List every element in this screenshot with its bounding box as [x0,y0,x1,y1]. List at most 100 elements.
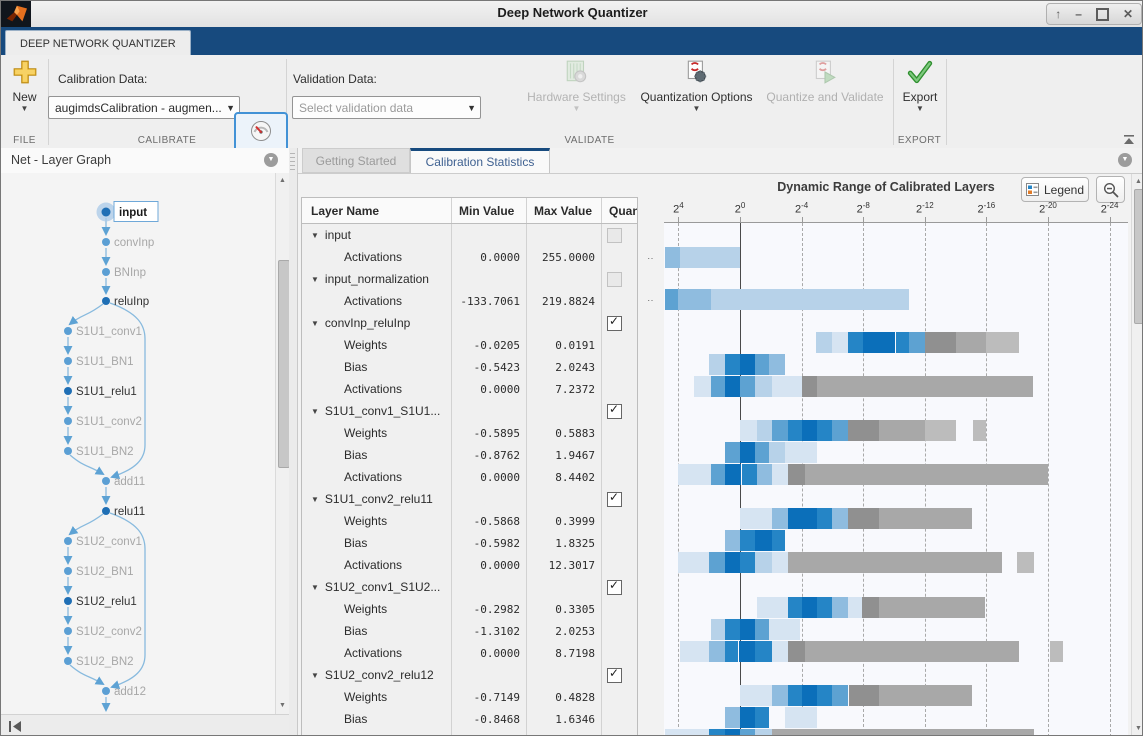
table-row[interactable]: Bias -0.5982 1.8325 [302,532,637,555]
table-row[interactable]: Activations0.000017.0994 [302,730,637,735]
scroll-down-icon[interactable]: ▼ [1132,723,1142,735]
graph-node-reluInp[interactable] [102,297,110,305]
graph-node-S1U2_conv1[interactable] [64,537,72,545]
graph-node-relu11[interactable] [102,507,110,515]
dynamic-range-bar-S1U2_conv2_relu12-bias[interactable] [664,707,1128,728]
export-button[interactable]: Export ▼ [897,59,943,113]
quantize-checkbox[interactable]: ✓ [607,578,622,595]
collapse-group-icon[interactable]: ▼ [311,275,319,284]
graph-horizontal-scrollbar[interactable] [1,714,289,735]
dynamic-range-bar-S1U2_conv1_S1U2_relu1-activations[interactable] [664,641,1128,662]
table-group-row[interactable]: ▼ S1U1_conv2_relu11 ✓ [302,488,637,511]
graph-node-S1U1_conv2[interactable] [64,417,72,425]
collapse-group-icon[interactable]: ▼ [311,495,319,504]
collapse-group-icon[interactable]: ▼ [311,583,319,592]
collapse-group-icon[interactable]: ▼ [311,319,319,328]
graph-node-S1U2_BN2[interactable] [64,657,72,665]
dynamic-range-bar-S1U1_conv1_S1U1_relu1-activations[interactable] [664,464,1128,485]
table-row[interactable]: Weights -0.0205 0.0191 [302,334,637,357]
table-row[interactable]: Weights -0.5895 0.5883 [302,422,637,445]
collapse-group-icon[interactable]: ▼ [311,671,319,680]
column-header-quan[interactable]: Quan [602,198,637,223]
dynamic-range-bar-S1U1_conv1_S1U1_relu1-weights[interactable] [664,420,1128,441]
table-row[interactable]: Weights -0.7149 0.4828 [302,686,637,709]
quantize-checkbox[interactable]: ✓ [607,314,622,331]
dynamic-range-bar-convInp_reluInp-bias[interactable] [664,354,1128,375]
splitter-handle[interactable] [290,153,295,173]
table-group-row[interactable]: ▼ S1U2_conv1_S1U2... ✓ [302,576,637,599]
table-group-row[interactable]: ▼ S1U2_conv2_relu12 ✓ [302,664,637,687]
graph-node-input[interactable] [101,207,111,217]
tab-getting-started[interactable]: Getting Started [302,148,410,173]
scrollbar-thumb[interactable] [277,260,290,468]
tab-deep-network-quantizer[interactable]: DEEP NETWORK QUANTIZER [5,30,191,56]
quantization-options-button[interactable]: Quantization Options ▼ [634,59,759,113]
collapse-ribbon-button[interactable] [1122,133,1136,145]
dynamic-range-bar-convInp_reluInp-activations[interactable] [664,376,1128,397]
graph-node-S1U1_relu1[interactable] [64,387,72,395]
collapse-group-icon[interactable]: ▼ [311,231,319,240]
dynamic-range-bar-S1U1_conv1_S1U1_relu1-bias[interactable] [664,442,1128,463]
calibration-data-combo[interactable]: augimdsCalibration - augmen... ▼ [48,96,240,119]
quantize-checkbox[interactable]: ✓ [607,490,622,507]
shade-window-icon[interactable]: ↑ [1055,8,1061,20]
graph-node-S1U2_BN1[interactable] [64,567,72,575]
table-group-row[interactable]: ▼ input_normalization [302,268,637,291]
graph-node-S1U1_BN2[interactable] [64,447,72,455]
table-row[interactable]: Bias -0.8762 1.9467 [302,444,637,467]
scrollbar-thumb[interactable] [1133,189,1142,324]
collapse-left-icon[interactable] [8,720,23,733]
calibration-statistics-table[interactable]: Layer Name Min Value Max Value Quan ▼ input Ac… [301,197,638,735]
table-row[interactable]: Activations 0.0000 8.4402 [302,466,637,489]
table-row[interactable]: Activations 0.0000 8.7198 [302,642,637,665]
graph-node-add11[interactable] [102,477,110,485]
graph-node-add12[interactable] [102,687,110,695]
scroll-up-icon[interactable]: ▲ [276,175,289,187]
table-group-row[interactable]: ▼ S1U1_conv1_S1U1... ✓ [302,400,637,423]
scroll-up-icon[interactable]: ▲ [1132,176,1142,188]
table-group-row[interactable]: ▼ convInp_reluInp ✓ [302,312,637,335]
dynamic-range-bar-S1U1_conv2_relu11-weights[interactable] [664,508,1128,529]
graph-node-BNInp[interactable] [102,268,110,276]
dynamic-range-bar-S1U2_conv1_S1U2_relu1-bias[interactable] [664,619,1128,640]
table-row[interactable]: Activations 0.0000 12.3017 [302,554,637,577]
chart-plot-area[interactable]: ‥… ‥… [647,223,1140,735]
close-icon[interactable]: ✕ [1123,8,1133,20]
quantize-and-validate-button[interactable]: Quantize and Validate [761,59,889,104]
graph-node-S1U1_conv1[interactable] [64,327,72,335]
dynamic-range-bar-S1U2_conv2_relu12-activations[interactable] [664,729,1128,735]
graph-vertical-scrollbar[interactable]: ▲ ▼ [275,173,290,714]
dynamic-range-bar-input_normalization-activations[interactable]: ‥… [647,289,1140,310]
dynamic-range-bar-convInp_reluInp-weights[interactable] [664,332,1128,353]
minimize-icon[interactable]: – [1075,8,1082,20]
graph-node-S1U2_relu1[interactable] [64,597,72,605]
table-row[interactable]: Activations 0.0000 7.2372 [302,378,637,401]
graph-node-convInp[interactable] [102,238,110,246]
table-row[interactable]: Bias -0.5423 2.0243 [302,356,637,379]
quantize-checkbox[interactable]: ✓ [607,666,622,683]
maximize-icon[interactable] [1095,7,1109,21]
legend-button[interactable]: Legend [1021,177,1089,202]
zoom-out-button[interactable] [1096,176,1125,203]
quantize-checkbox[interactable]: ✓ [607,402,622,419]
validation-data-combo[interactable]: Select validation data ▼ [292,96,481,119]
collapse-panel-icon[interactable]: ▼ [264,153,278,167]
table-row[interactable]: Activations 0.0000 255.0000 [302,246,637,269]
table-row[interactable]: Weights -0.5868 0.3999 [302,510,637,533]
new-button[interactable]: New ▼ [4,59,45,113]
dynamic-range-bar-S1U1_conv2_relu11-bias[interactable] [664,530,1128,551]
graph-node-S1U1_BN1[interactable] [64,357,72,365]
graph-node-S1U2_conv2[interactable] [64,627,72,635]
dynamic-range-bar-S1U2_conv1_S1U2_relu1-weights[interactable] [664,597,1128,618]
hardware-settings-button[interactable]: Hardware Settings ▼ [524,59,629,113]
collapse-document-icon[interactable]: ▼ [1118,153,1132,167]
dynamic-range-bar-S1U1_conv2_relu11-activations[interactable] [664,552,1128,573]
layer-graph-canvas[interactable]: input convInp BNInp reluInp S1U1_conv1 S1U1_B… [1,173,275,714]
table-row[interactable]: Bias -0.8468 1.6346 [302,708,637,731]
dynamic-range-bar-input-activations[interactable]: ‥… [647,247,1140,268]
scroll-down-icon[interactable]: ▼ [276,700,289,712]
chart-vertical-scrollbar[interactable]: ▲ ▼ [1131,174,1142,735]
column-header-max-value[interactable]: Max Value [527,198,602,223]
table-row[interactable]: Weights -0.2982 0.3305 [302,598,637,621]
table-row[interactable]: Bias -1.3102 2.0253 [302,620,637,643]
